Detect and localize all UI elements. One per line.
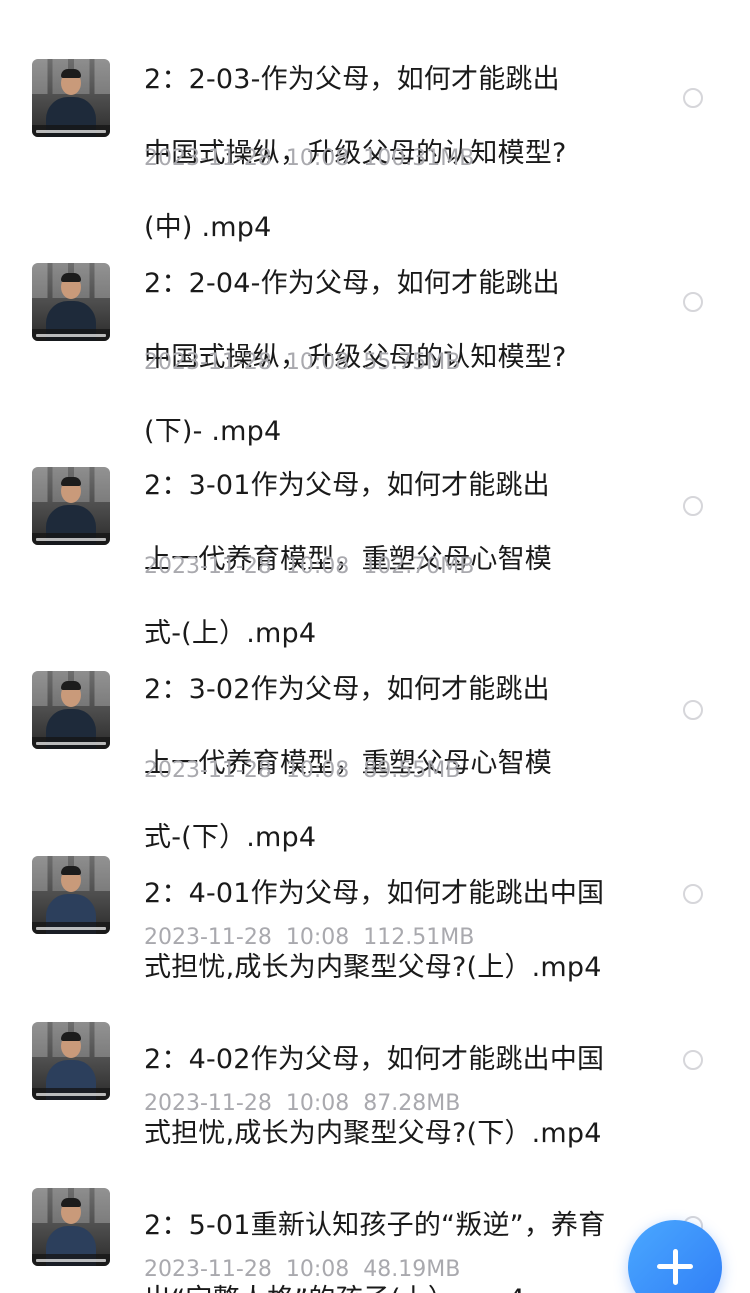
file-time: 10:08 bbox=[285, 1257, 350, 1282]
file-date: 2023-11-28 bbox=[144, 350, 272, 375]
file-meta: 2023-11-28 10:08 102.70MB bbox=[144, 553, 474, 581]
video-thumbnail-icon[interactable] bbox=[32, 263, 110, 341]
file-size: 102.70MB bbox=[363, 554, 475, 579]
list-item[interactable]: 2：4-01作为父母，如何才能跳出中国 式担忧,成长为内聚型父母?(上）.mp4… bbox=[0, 816, 750, 983]
list-item[interactable]: 2：3-02作为父母，如何才能跳出 上一代养育模型，重塑父母心智模 式-(下）.… bbox=[0, 612, 750, 853]
select-radio[interactable] bbox=[683, 88, 703, 108]
video-thumbnail-icon[interactable] bbox=[32, 59, 110, 137]
video-thumbnail-icon[interactable] bbox=[32, 1188, 110, 1266]
file-date: 2023-11-28 bbox=[144, 1257, 272, 1282]
video-thumbnail-icon[interactable] bbox=[32, 856, 110, 934]
file-title-line: 2：2-03-作为父母，如何才能跳出 bbox=[144, 64, 560, 95]
video-thumbnail-icon[interactable] bbox=[32, 671, 110, 749]
file-meta: 2023-11-28 10:08 89.55MB bbox=[144, 757, 460, 785]
file-time: 10:08 bbox=[285, 554, 350, 579]
file-time: 10:08 bbox=[285, 925, 350, 950]
file-size: 87.28MB bbox=[363, 1091, 461, 1116]
file-date: 2023-11-28 bbox=[144, 758, 272, 783]
file-title-line: 式担忧,成长为内聚型父母?(下）.mp4 bbox=[144, 1118, 602, 1149]
list-item[interactable]: 2：2-04-作为父母，如何才能跳出 中国式操纵，升级父母的认知模型? (下)-… bbox=[0, 204, 750, 447]
file-date: 2023-11-28 bbox=[144, 925, 272, 950]
file-title-line: 2：2-04-作为父母，如何才能跳出 bbox=[144, 268, 560, 299]
video-thumbnail-icon[interactable] bbox=[32, 467, 110, 545]
video-thumbnail-icon[interactable] bbox=[32, 1022, 110, 1100]
file-time: 10:08 bbox=[285, 350, 350, 375]
file-title-line: 2：4-01作为父母，如何才能跳出中国 bbox=[144, 878, 605, 909]
select-radio[interactable] bbox=[683, 496, 703, 516]
file-title-line: 2：5-01重新认知孩子的“叛逆”，养育 bbox=[144, 1210, 606, 1241]
file-date: 2023-11-28 bbox=[144, 146, 272, 171]
file-title-line: 2：3-01作为父母，如何才能跳出 bbox=[144, 470, 550, 501]
file-date: 2023-11-28 bbox=[144, 1091, 272, 1116]
file-meta: 2023-11-28 10:08 48.19MB bbox=[144, 1256, 460, 1284]
file-title-line: 2：4-02作为父母，如何才能跳出中国 bbox=[144, 1044, 605, 1075]
file-meta: 2023-11-28 10:08 100.31MB bbox=[144, 145, 474, 173]
select-radio[interactable] bbox=[683, 884, 703, 904]
file-date: 2023-11-28 bbox=[144, 554, 272, 579]
file-size: 55.75MB bbox=[363, 350, 461, 375]
file-meta: 2023-11-28 10:08 112.51MB bbox=[144, 924, 474, 952]
file-size: 112.51MB bbox=[363, 925, 475, 950]
file-list-screen: 2：2-03-作为父母，如何才能跳出 中国式操纵，升级父母的认知模型? (中) … bbox=[0, 0, 750, 1293]
file-title-line: 式担忧,成长为内聚型父母?(上）.mp4 bbox=[144, 952, 602, 983]
file-size: 89.55MB bbox=[363, 758, 461, 783]
file-size: 100.31MB bbox=[363, 146, 475, 171]
file-time: 10:08 bbox=[285, 1091, 350, 1116]
select-radio[interactable] bbox=[683, 700, 703, 720]
select-radio[interactable] bbox=[683, 1050, 703, 1070]
list-item[interactable]: 2：3-01作为父母，如何才能跳出 上一代养育模型，重塑父母心智模 式-(上）.… bbox=[0, 408, 750, 649]
list-item[interactable]: 2：2-03-作为父母，如何才能跳出 中国式操纵，升级父母的认知模型? (中) … bbox=[0, 0, 750, 243]
list-item[interactable]: 2：4-02作为父母，如何才能跳出中国 式担忧,成长为内聚型父母?(下）.mp4… bbox=[0, 982, 750, 1149]
file-meta: 2023-11-28 10:08 87.28MB bbox=[144, 1090, 460, 1118]
file-time: 10:08 bbox=[285, 758, 350, 783]
file-time: 10:08 bbox=[285, 146, 350, 171]
file-meta: 2023-11-28 10:08 55.75MB bbox=[144, 349, 460, 377]
select-radio[interactable] bbox=[683, 292, 703, 312]
file-title-line: 2：3-02作为父母，如何才能跳出 bbox=[144, 674, 550, 705]
file-size: 48.19MB bbox=[363, 1257, 461, 1282]
